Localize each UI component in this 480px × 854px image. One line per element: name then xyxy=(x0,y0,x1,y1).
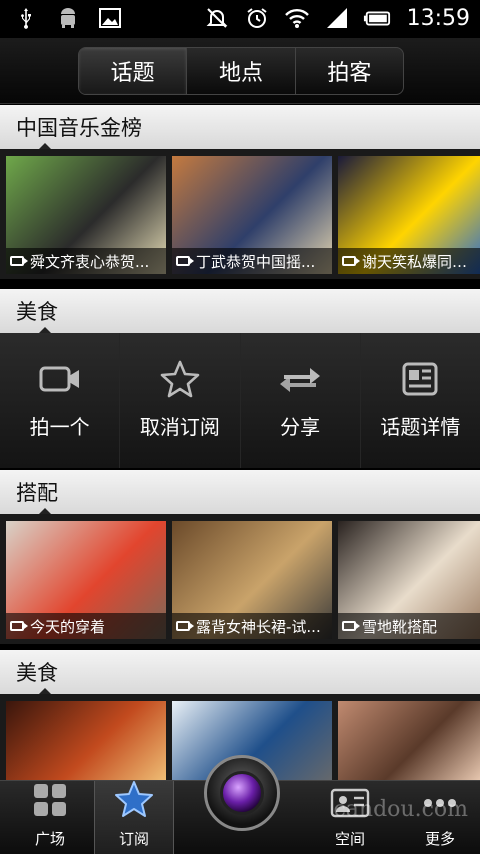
video-thumbnail[interactable] xyxy=(6,701,166,787)
thumbnail-caption: 雪地靴搭配 xyxy=(362,617,438,636)
action-label: 拍一个 xyxy=(29,415,90,439)
nav-label: 更多 xyxy=(424,830,455,848)
tab-topics[interactable]: 话题 xyxy=(79,48,188,94)
status-bar: 13:59 xyxy=(0,0,480,38)
android-icon xyxy=(54,4,82,32)
shoot-button[interactable]: 拍一个 xyxy=(0,333,121,468)
details-icon xyxy=(398,361,442,397)
tab-reporters[interactable]: 拍客 xyxy=(296,48,403,94)
segmented-tabs: 话题 地点 拍客 xyxy=(78,47,404,95)
video-camera-icon xyxy=(176,256,194,266)
watermark: candou.com xyxy=(333,797,468,822)
thumbnail-caption: 舜文齐衷心恭贺... xyxy=(30,252,150,271)
wifi-icon xyxy=(283,4,311,32)
video-thumbnail[interactable] xyxy=(338,701,480,787)
nav-plaza[interactable]: 广场 xyxy=(10,781,90,854)
topic-details-button[interactable]: 话题详情 xyxy=(361,333,480,468)
status-time: 13:59 xyxy=(406,5,470,31)
thumbnail-row: 舜文齐衷心恭贺... 丁武恭贺中国摇... 谢天笑私爆同男... xyxy=(0,149,480,279)
battery-icon xyxy=(363,4,391,32)
thumbnail-caption: 露背女神长裙-试... xyxy=(196,617,321,636)
video-thumbnail[interactable]: 丁武恭贺中国摇... xyxy=(172,156,332,274)
bottom-nav: 广场 订阅 空间 更多 candou.com xyxy=(0,755,480,854)
video-camera-icon xyxy=(342,621,360,631)
image-icon xyxy=(96,4,124,32)
star-icon xyxy=(114,780,154,822)
thumbnail-caption: 今天的穿着 xyxy=(30,617,106,636)
section-header[interactable]: 搭配 xyxy=(0,470,480,515)
tab-places[interactable]: 地点 xyxy=(187,48,296,94)
video-camera-icon xyxy=(10,256,28,266)
share-arrows-icon xyxy=(278,361,322,397)
action-label: 分享 xyxy=(280,415,321,439)
action-label: 取消订阅 xyxy=(139,415,220,439)
action-label: 话题详情 xyxy=(380,415,461,439)
thumbnail-caption: 谢天笑私爆同男... xyxy=(362,252,480,271)
star-icon xyxy=(158,360,202,398)
thumbnail-caption-bar: 谢天笑私爆同男... xyxy=(338,248,480,274)
section-header[interactable]: 中国音乐金榜 xyxy=(0,105,480,150)
video-thumbnail[interactable]: 舜文齐衷心恭贺... xyxy=(6,156,166,274)
thumbnail-caption-bar: 丁武恭贺中国摇... xyxy=(172,248,332,274)
nav-label: 订阅 xyxy=(118,830,149,848)
video-camera-icon xyxy=(10,621,28,631)
signal-icon xyxy=(323,4,351,32)
video-thumbnail[interactable]: 露背女神长裙-试... xyxy=(172,521,332,639)
alarm-icon xyxy=(243,4,271,32)
top-bar: 话题 地点 拍客 xyxy=(0,38,480,104)
thumbnail-caption-bar: 露背女神长裙-试... xyxy=(172,613,332,639)
video-thumbnail[interactable]: 今天的穿着 xyxy=(6,521,166,639)
action-strip: 拍一个 取消订阅 分享 话题详情 xyxy=(0,333,480,468)
video-camera-icon xyxy=(38,361,82,397)
thumbnail-caption-bar: 今天的穿着 xyxy=(6,613,166,639)
share-button[interactable]: 分享 xyxy=(241,333,361,468)
nav-label: 空间 xyxy=(334,830,365,848)
thumbnail-caption-bar: 雪地靴搭配 xyxy=(338,613,480,639)
mute-icon xyxy=(203,4,231,32)
thumbnail-caption: 丁武恭贺中国摇... xyxy=(196,252,316,271)
section-header[interactable]: 美食 xyxy=(0,650,480,695)
grid-icon xyxy=(32,782,68,822)
camera-shutter-button[interactable] xyxy=(204,755,280,831)
section-header[interactable]: 美食 xyxy=(0,289,480,334)
thumbnail-caption-bar: 舜文齐衷心恭贺... xyxy=(6,248,166,274)
video-camera-icon xyxy=(176,621,194,631)
video-thumbnail[interactable]: 雪地靴搭配 xyxy=(338,521,480,639)
thumbnail-row: 今天的穿着 露背女神长裙-试... 雪地靴搭配 xyxy=(0,514,480,644)
video-camera-icon xyxy=(342,256,360,266)
nav-subscriptions[interactable]: 订阅 xyxy=(94,781,174,854)
usb-icon xyxy=(12,4,40,32)
nav-label: 广场 xyxy=(34,830,65,848)
unsubscribe-button[interactable]: 取消订阅 xyxy=(120,333,241,468)
video-thumbnail[interactable]: 谢天笑私爆同男... xyxy=(338,156,480,274)
camera-lens-icon xyxy=(220,771,264,815)
